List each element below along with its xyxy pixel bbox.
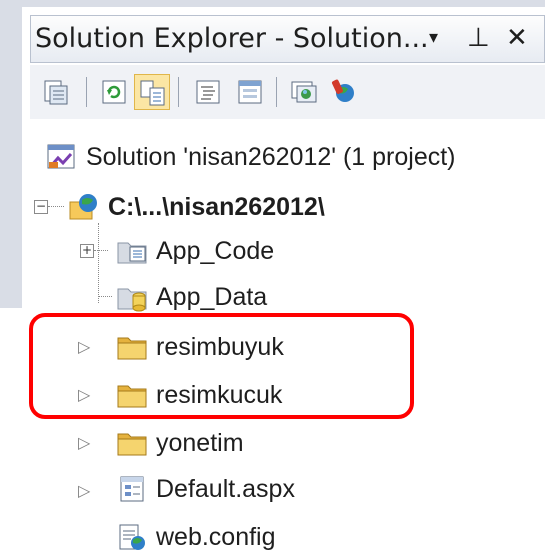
tree-item-label: web.config [156,522,276,551]
asp-net-configuration-button[interactable] [326,74,362,110]
show-all-files-button[interactable] [134,74,170,110]
tree-node-project[interactable]: C:\...\nisan262012\ [68,187,325,227]
window-frame-top [0,0,545,7]
view-designer-button[interactable] [232,74,268,110]
title-bar[interactable]: Solution Explorer - Solution... ▾ ⊥ ✕ [30,15,545,63]
configuration-icon [331,79,354,102]
project-collapse-button[interactable]: − [34,200,48,214]
tree-node-solution[interactable]: Solution 'nisan262012' (1 project) [46,137,456,177]
config-file-icon [116,522,148,552]
view-code-button[interactable] [190,74,226,110]
tree-item-label: App_Code [156,236,275,265]
aspx-file-icon [116,474,148,504]
highlight-annotation [29,313,414,419]
toolbar-separator [276,77,277,107]
tree-line [98,223,99,303]
solution-explorer-panel: Solution Explorer - Solution... ▾ ⊥ ✕ So… [22,7,545,551]
toolbar-separator [178,77,179,107]
project-label: C:\...\nisan262012\ [108,192,325,221]
solution-label: Solution 'nisan262012' (1 project) [86,142,456,171]
pin-icon[interactable]: ⊥ [467,22,490,54]
toolbar-separator [86,77,87,107]
tree-line [48,206,64,207]
show-all-files-icon [140,80,165,106]
solution-icon [46,142,78,172]
tree-node-app-data[interactable]: App_Data [116,277,267,317]
tree-item-label: Default.aspx [156,474,295,503]
tree-node-default-aspx[interactable]: Default.aspx [116,469,295,509]
browser-icon [291,81,317,103]
window-title: Solution Explorer - Solution... [35,23,429,54]
special-folder-icon [116,236,148,266]
tree-node-app-code[interactable]: App_Code [116,231,274,271]
expand-arrow-icon[interactable]: ▷ [78,433,90,452]
tree-item-label: yonetim [156,428,244,457]
dropdown-arrow-icon[interactable]: ▾ [429,22,451,54]
view-in-browser-button[interactable] [286,74,322,110]
window-frame-left [0,0,22,308]
web-project-icon [68,192,100,222]
expand-arrow-icon[interactable]: ▷ [78,481,90,500]
view-code-icon [196,80,220,104]
tree-line [94,250,108,251]
view-designer-icon [238,80,262,104]
refresh-button[interactable] [96,74,132,110]
properties-icon [44,80,68,105]
tree-item-label: App_Data [156,282,268,311]
tree-line [98,296,112,297]
refresh-icon [102,80,126,104]
properties-button[interactable] [38,74,74,110]
tree-node-web-config[interactable]: web.config [116,517,276,557]
toolbar [30,65,545,119]
app-code-expand-button[interactable]: + [80,244,94,258]
close-icon[interactable]: ✕ [506,22,530,54]
folder-icon [116,428,148,458]
tree-node-yonetim[interactable]: yonetim [116,423,244,463]
database-folder-icon [116,282,148,312]
